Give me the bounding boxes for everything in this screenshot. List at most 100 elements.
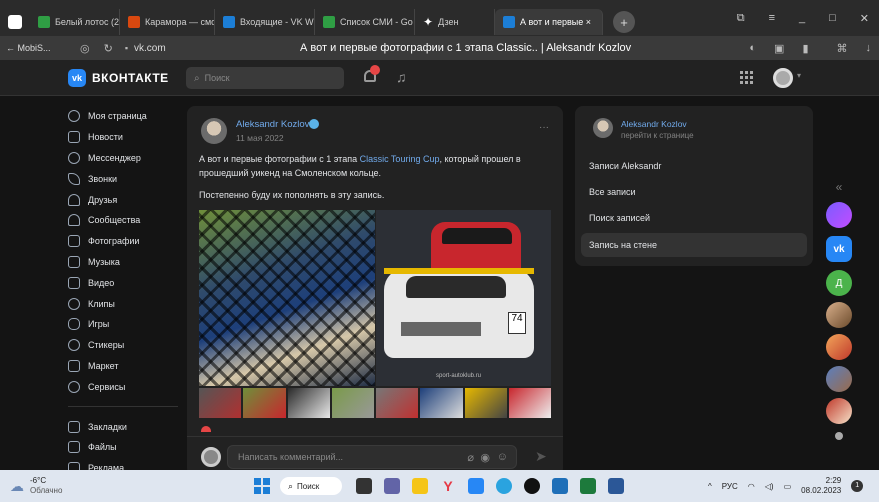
notifications-bell-icon[interactable] xyxy=(364,65,380,84)
weather-widget[interactable]: -6°C Облачно xyxy=(30,476,62,496)
bookmark-icon[interactable]: ▮ xyxy=(802,42,808,55)
photo-thumbnail[interactable] xyxy=(508,388,551,418)
vk-logo[interactable]: vk ВКОНТАКТЕ xyxy=(68,69,169,87)
apps-grid-icon[interactable] xyxy=(740,71,753,84)
nav-news[interactable]: Новости xyxy=(68,127,178,148)
nav-messenger[interactable]: Мессенджер xyxy=(68,148,178,169)
contact-avatar[interactable] xyxy=(826,366,852,392)
photo-thumbnail[interactable] xyxy=(287,388,330,418)
side-menu-item[interactable]: Поиск записей xyxy=(581,206,807,230)
nav-video[interactable]: Видео xyxy=(68,272,178,293)
photo-thumbnail[interactable] xyxy=(243,388,286,418)
side-menu-item-active[interactable]: Запись на стене xyxy=(581,233,807,257)
browser-menu-icon[interactable] xyxy=(0,9,30,35)
tab-1[interactable]: Белый лотос (202 xyxy=(30,9,120,35)
weather-icon[interactable]: ☁ xyxy=(10,478,24,495)
shield-icon[interactable]: ◎ xyxy=(80,42,90,55)
wifi-icon[interactable]: ◠ xyxy=(748,482,755,491)
side-author-avatar[interactable] xyxy=(593,118,613,138)
tab-5[interactable]: ✦ Дзен xyxy=(415,9,495,35)
url-field[interactable]: vk.com xyxy=(134,43,166,54)
reaction-icon[interactable] xyxy=(201,426,211,432)
side-menu-item[interactable]: Все записи xyxy=(581,180,807,204)
vk-icon[interactable]: vk xyxy=(826,236,852,262)
profile-avatar[interactable] xyxy=(773,68,793,88)
minimize-icon[interactable]: _ xyxy=(799,12,805,25)
excel-icon[interactable] xyxy=(580,478,596,494)
tab-3[interactable]: Входящие - VK W xyxy=(215,9,315,35)
vk-messenger-icon[interactable] xyxy=(468,478,484,494)
extension-icon[interactable]: ◐ xyxy=(749,42,756,55)
maximize-icon[interactable]: □ xyxy=(829,12,836,25)
volume-icon[interactable]: ◁) xyxy=(765,482,774,491)
nav-communities[interactable]: Сообщества xyxy=(68,210,178,231)
side-menu-item[interactable]: Записи Aleksandr xyxy=(581,154,807,178)
nav-market[interactable]: Маркет xyxy=(68,356,178,377)
tab-active[interactable]: А вот и первые × xyxy=(495,9,603,35)
chat-icon[interactable] xyxy=(384,478,400,494)
vpn-icon[interactable]: ⌘ xyxy=(837,42,848,55)
collapse-icon[interactable]: « xyxy=(822,180,856,194)
menu-icon[interactable]: ≡ xyxy=(769,12,775,25)
comment-input[interactable]: Написать комментарий... ⌀ ◉ ☺ xyxy=(227,445,517,469)
post-author-avatar[interactable] xyxy=(201,118,227,144)
photo-thumbnail[interactable] xyxy=(331,388,374,418)
sidebar-dot-icon[interactable] xyxy=(835,432,843,440)
nav-files[interactable]: Файлы xyxy=(68,437,178,458)
photo-thumbnail[interactable] xyxy=(199,388,242,418)
notifications-icon[interactable]: 1 xyxy=(851,480,864,492)
reload-icon[interactable]: ↻ xyxy=(104,42,113,55)
photo-thumbnail[interactable] xyxy=(420,388,463,418)
tab-2[interactable]: Карамора — смо xyxy=(120,9,215,35)
nav-photos[interactable]: Фотографии xyxy=(68,231,178,252)
side-author-subtitle[interactable]: перейти к странице xyxy=(621,131,694,140)
photo-thumbnail[interactable] xyxy=(464,388,507,418)
yandex-browser-icon[interactable]: Y xyxy=(440,478,456,494)
nav-bookmarks[interactable]: Закладки xyxy=(68,416,178,437)
nav-calls[interactable]: Звонки xyxy=(68,168,178,189)
telegram-icon[interactable] xyxy=(496,478,512,494)
tab-4[interactable]: Список СМИ - Go xyxy=(315,9,415,35)
task-view-icon[interactable] xyxy=(356,478,372,494)
messenger-avatar-green[interactable]: Д xyxy=(826,270,852,296)
edge-icon[interactable] xyxy=(552,478,568,494)
music-icon[interactable]: ♫ xyxy=(396,69,407,85)
chevron-up-icon[interactable]: ^ xyxy=(708,482,712,491)
camera-icon[interactable]: ◉ xyxy=(480,451,490,464)
language-indicator[interactable]: РУС xyxy=(722,482,738,491)
taskbar-search[interactable]: ⌕ Поиск xyxy=(280,477,342,495)
alice-icon[interactable] xyxy=(826,202,852,228)
file-explorer-icon[interactable] xyxy=(412,478,428,494)
nav-friends[interactable]: Друзья xyxy=(68,189,178,210)
search-box[interactable]: ⌕ Поиск xyxy=(186,67,344,89)
nav-my-page[interactable]: Моя страница xyxy=(68,106,178,127)
nav-stickers[interactable]: Стикеры xyxy=(68,335,178,356)
side-author-name[interactable]: Aleksandr Kozlov xyxy=(621,119,687,129)
photo-thumbnail[interactable] xyxy=(376,388,419,418)
post-menu-icon[interactable]: ··· xyxy=(539,122,549,133)
new-tab-button[interactable]: + xyxy=(613,11,635,33)
nav-clips[interactable]: Клипы xyxy=(68,293,178,314)
photo-main-cars[interactable]: 74 sport-autoklub.ru xyxy=(376,210,551,386)
nav-services[interactable]: Сервисы xyxy=(68,376,178,397)
chevron-down-icon[interactable]: ▾ xyxy=(797,71,801,80)
app-icon[interactable] xyxy=(524,478,540,494)
collections-icon[interactable]: ⧉ xyxy=(737,12,745,25)
send-icon[interactable]: ➤ xyxy=(535,448,547,465)
start-button[interactable] xyxy=(254,478,270,494)
download-icon[interactable]: ↓ xyxy=(866,42,872,55)
emoji-icon[interactable]: ☺ xyxy=(497,451,508,463)
nav-games[interactable]: Игры xyxy=(68,314,178,335)
nav-music[interactable]: Музыка xyxy=(68,252,178,273)
close-icon[interactable]: ✕ xyxy=(860,12,869,25)
post-link[interactable]: Classic Touring Cup xyxy=(360,154,440,164)
photo-main-driver[interactable] xyxy=(199,210,375,386)
battery-icon[interactable]: ▭ xyxy=(784,482,792,491)
attach-icon[interactable]: ⌀ xyxy=(467,451,474,464)
back-button[interactable]: ← MobiS... xyxy=(6,43,66,53)
post-author-name[interactable]: Aleksandr Kozlov xyxy=(236,119,309,130)
post-date[interactable]: 11 мая 2022 xyxy=(236,133,284,143)
contact-avatar[interactable] xyxy=(826,334,852,360)
reader-icon[interactable]: ▣ xyxy=(774,42,784,55)
word-icon[interactable] xyxy=(608,478,624,494)
